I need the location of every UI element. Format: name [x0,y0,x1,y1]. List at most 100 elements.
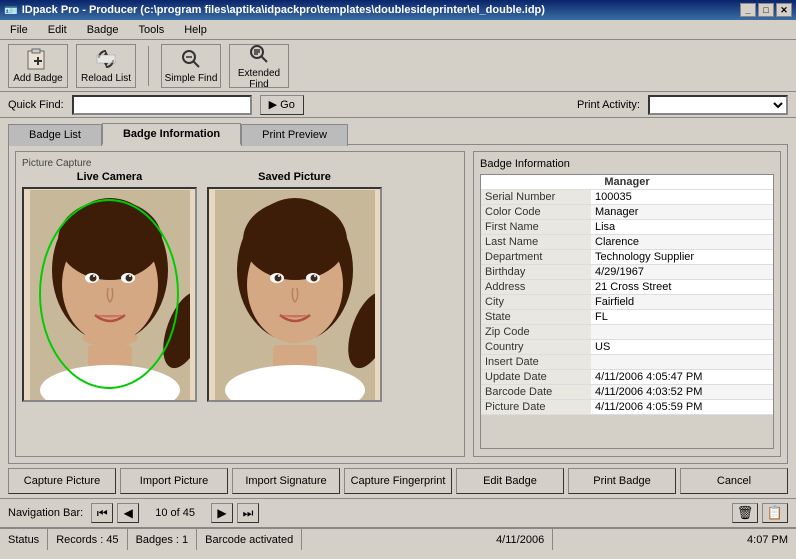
reload-list-button[interactable]: Reload List [76,44,136,88]
table-row: Picture Date4/11/2006 4:05:59 PM [481,400,773,415]
add-badge-icon [26,47,50,71]
tab-badge-information[interactable]: Badge Information [102,123,241,145]
table-row: StateFL [481,310,773,325]
print-activity-label: Print Activity: [577,99,640,111]
import-signature-button[interactable]: Import Signature [232,468,340,494]
field-label: Last Name [481,235,591,250]
field-label: Country [481,340,591,355]
tab-badge-list[interactable]: Badge List [8,124,102,146]
maximize-button[interactable]: □ [758,3,774,17]
close-button[interactable]: ✕ [776,3,792,17]
cancel-button[interactable]: Cancel [680,468,788,494]
field-value: Clarence [591,235,773,250]
print-badge-button[interactable]: Print Badge [568,468,676,494]
saved-picture-label: Saved Picture [258,171,331,183]
copy-icon: 📋 [767,505,783,521]
field-value: FL [591,310,773,325]
navigation-bar: Navigation Bar: ⏮ ◀ 10 of 45 ▶ ⏭ 🗑 📋 [0,498,796,528]
badge-table-wrapper[interactable]: Manager Serial Number100035Color CodeMan… [480,174,774,449]
extended-find-button[interactable]: Extended Find [229,44,289,88]
picture-panel-title: Picture Capture [22,158,458,169]
main-tabs: Badge List Badge Information Print Previ… [0,118,796,144]
badge-table: Manager Serial Number100035Color CodeMan… [481,175,773,415]
field-label: Color Code [481,205,591,220]
nav-prev-icon: ◀ [124,506,133,520]
table-row: CountryUS [481,340,773,355]
live-camera-frame [22,187,197,402]
simple-find-label: Simple Find [165,73,218,84]
status-barcode: Barcode activated [197,529,302,550]
field-label: Picture Date [481,400,591,415]
reload-label: Reload List [81,73,131,84]
minimize-button[interactable]: _ [740,3,756,17]
table-row: First NameLisa [481,220,773,235]
live-camera-image [30,190,190,400]
quickfind-bar: Quick Find: ▶ Go Print Activity: [0,92,796,118]
field-label: City [481,295,591,310]
saved-picture-frame [207,187,382,402]
nav-delete-button[interactable]: 🗑 [732,503,758,523]
saved-picture-col: Saved Picture [207,171,382,402]
quickfind-input[interactable] [72,95,252,115]
status-status: Status [0,529,48,550]
extended-find-label: Extended Find [230,68,288,90]
status-time: 4:07 PM [739,529,796,550]
app-icon: 🪪 [4,4,18,17]
capture-picture-button[interactable]: Capture Picture [8,468,116,494]
field-label: State [481,310,591,325]
capture-fingerprint-button[interactable]: Capture Fingerprint [344,468,452,494]
field-label: Insert Date [481,355,591,370]
table-row: Color CodeManager [481,205,773,220]
badge-info-panel: Badge Information Manager Serial Number1… [473,151,781,457]
field-value: 21 Cross Street [591,280,773,295]
field-value: Technology Supplier [591,250,773,265]
simple-find-icon [179,47,203,71]
menu-tools[interactable]: Tools [133,22,171,38]
field-value [591,355,773,370]
saved-picture-image [215,190,375,400]
reload-icon [94,47,118,71]
nav-next-button[interactable]: ▶ [211,503,233,523]
menu-edit[interactable]: Edit [42,22,73,38]
delete-icon: 🗑 [737,505,754,521]
role-header: Manager [481,175,773,190]
edit-badge-button[interactable]: Edit Badge [456,468,564,494]
go-button[interactable]: ▶ Go [260,95,304,115]
simple-find-button[interactable]: Simple Find [161,44,221,88]
menu-badge[interactable]: Badge [81,22,125,38]
extended-find-icon [247,42,271,66]
field-value: Lisa [591,220,773,235]
print-activity-select[interactable] [648,95,788,115]
live-camera-label: Live Camera [77,171,142,183]
tab-print-preview[interactable]: Print Preview [241,124,348,146]
field-value [591,325,773,340]
nav-last-button[interactable]: ⏭ [237,503,259,523]
nav-first-button[interactable]: ⏮ [91,503,113,523]
field-label: Serial Number [481,190,591,205]
nav-first-icon: ⏮ [97,506,108,521]
nav-last-icon: ⏭ [243,506,254,521]
field-value: 4/11/2006 4:05:47 PM [591,370,773,385]
add-badge-button[interactable]: Add Badge [8,44,68,88]
field-value: 4/11/2006 4:05:59 PM [591,400,773,415]
table-row: Insert Date [481,355,773,370]
field-value: 4/29/1967 [591,265,773,280]
status-date: 4/11/2006 [488,529,553,550]
field-label: Barcode Date [481,385,591,400]
nav-label: Navigation Bar: [8,507,83,519]
field-label: Department [481,250,591,265]
table-row: DepartmentTechnology Supplier [481,250,773,265]
title-bar: 🪪 IDpack Pro - Producer (c:\program file… [0,0,796,20]
menu-help[interactable]: Help [178,22,213,38]
field-label: Address [481,280,591,295]
toolbar-separator [148,46,149,86]
status-bar: Status Records : 45 Badges : 1 Barcode a… [0,528,796,550]
action-buttons: Capture Picture Import Picture Import Si… [0,464,796,498]
field-label: Update Date [481,370,591,385]
import-picture-button[interactable]: Import Picture [120,468,228,494]
table-row: Last NameClarence [481,235,773,250]
nav-copy-button[interactable]: 📋 [762,503,788,523]
picture-capture-panel: Picture Capture Live Camera [15,151,465,457]
nav-prev-button[interactable]: ◀ [117,503,139,523]
menu-file[interactable]: File [4,22,34,38]
